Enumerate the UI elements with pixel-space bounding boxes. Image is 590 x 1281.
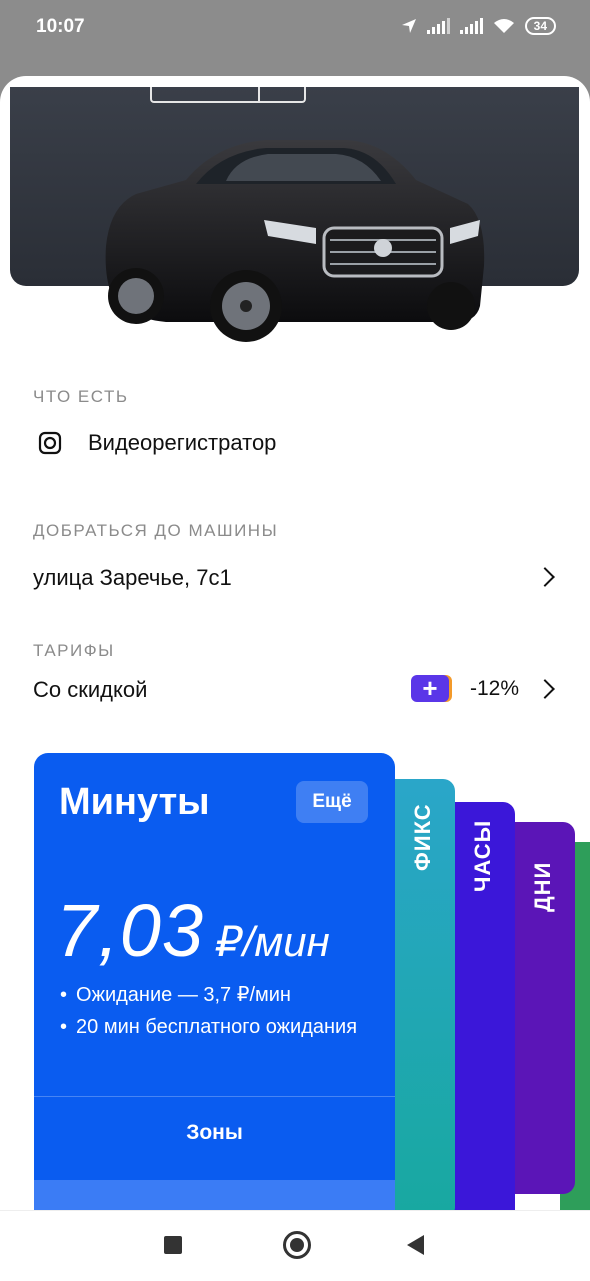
home-icon[interactable] <box>283 1231 311 1259</box>
dashcam-icon <box>38 431 62 455</box>
signal-2-icon <box>459 18 483 34</box>
price-unit: ₽/мин <box>216 918 330 965</box>
chevron-right-icon[interactable] <box>535 567 555 587</box>
tariff-mode[interactable]: Со скидкой <box>33 677 147 703</box>
tariff-card-hours-label: ЧАСЫ <box>470 819 495 892</box>
features-section-label: ЧТО ЕСТЬ <box>33 387 129 406</box>
photo-pager-tabs[interactable] <box>150 87 306 103</box>
tariff-card-fix-label: ФИКС <box>410 803 435 871</box>
chevron-right-icon[interactable] <box>535 679 555 699</box>
list-item: Ожидание — 3,7 ₽/мин <box>60 979 357 1011</box>
more-button[interactable]: Ещё <box>296 781 368 823</box>
tariffs-section-label: ТАРИФЫ <box>33 641 115 660</box>
tariff-price: 7,03 ₽/мин <box>56 888 330 973</box>
card-divider <box>34 1096 395 1097</box>
price-value: 7,03 <box>56 889 205 972</box>
battery-indicator: 34 <box>524 17 556 35</box>
wifi-icon <box>493 19 514 33</box>
tariff-card-minutes[interactable]: Минуты Ещё 7,03 ₽/мин Ожидание — 3,7 ₽/м… <box>34 753 395 1210</box>
location-arrow-icon <box>401 19 416 33</box>
car-address[interactable]: улица Заречье, 7с1 <box>33 565 232 591</box>
tariff-card-days-label: ДНИ <box>530 861 555 912</box>
status-time: 10:07 <box>36 16 85 37</box>
recent-apps-icon[interactable] <box>164 1236 182 1254</box>
list-item: 20 мин бесплатного ожидания <box>60 1011 357 1043</box>
feature-label: Видеорегистратор <box>88 430 277 455</box>
plus-badge-icon: + <box>411 675 449 702</box>
card-bottom-strip <box>34 1180 395 1210</box>
zones-button[interactable]: Зоны <box>34 1103 395 1163</box>
tariff-details-list: Ожидание — 3,7 ₽/мин 20 мин бесплатного … <box>60 979 357 1043</box>
reach-car-section-label: ДОБРАТЬСЯ ДО МАШИНЫ <box>33 521 279 540</box>
signal-1-icon <box>426 18 450 34</box>
status-bar: 10:07 34 <box>0 0 590 56</box>
back-icon[interactable] <box>407 1235 424 1255</box>
tariff-card-title: Минуты <box>59 781 210 823</box>
car-image <box>105 140 485 342</box>
feature-item: Видеорегистратор <box>38 430 276 456</box>
car-details-sheet: ЧТО ЕСТЬ Видеорегистратор ДОБРАТЬСЯ ДО М… <box>0 76 590 1210</box>
discount-value: -12% <box>470 677 520 700</box>
status-icons: 34 <box>401 17 556 35</box>
